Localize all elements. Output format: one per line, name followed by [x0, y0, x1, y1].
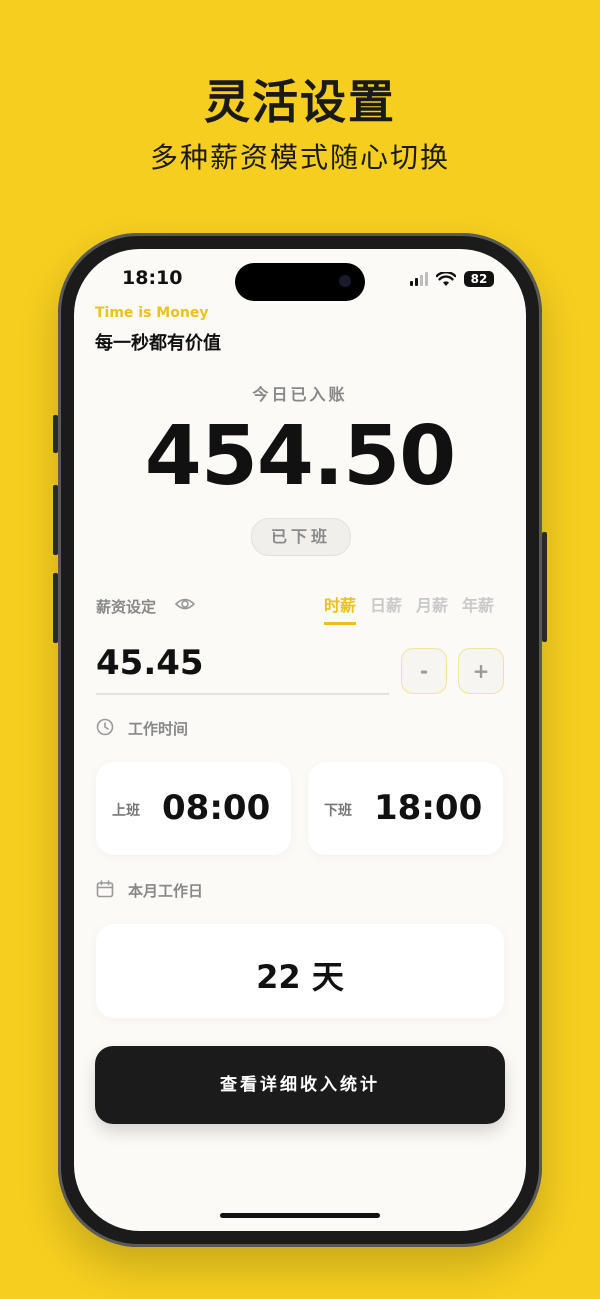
earned-label: 今日已入账 — [252, 385, 348, 404]
status-time: 18:10 — [122, 267, 183, 289]
tagline-en: Time is Money — [95, 305, 209, 321]
work-days-card[interactable]: 22 天 — [96, 924, 504, 1018]
end-time-caption: 下班 — [324, 803, 352, 819]
silent-switch — [53, 415, 58, 453]
promo-title: 灵活设置 — [204, 75, 396, 129]
dynamic-island — [235, 263, 365, 301]
work-days-label: 本月工作日 — [128, 882, 204, 900]
view-stats-button[interactable]: 查看详细收入统计 — [95, 1046, 505, 1124]
calendar-icon — [96, 880, 114, 898]
status-icons: 82 — [410, 271, 494, 287]
home-indicator — [220, 1213, 380, 1218]
camera-icon — [339, 275, 351, 287]
tab-daily[interactable]: 日薪 — [370, 592, 402, 625]
wage-input-underline — [96, 693, 389, 695]
salary-mode-tabs: 时薪 日薪 月薪 年薪 — [324, 592, 494, 625]
tab-hourly[interactable]: 时薪 — [324, 592, 357, 625]
signal-icon — [410, 272, 428, 286]
power-button — [542, 532, 547, 642]
clock-icon — [96, 718, 114, 736]
tab-yearly[interactable]: 年薪 — [462, 592, 494, 625]
wifi-icon — [436, 271, 456, 286]
work-days-value: 22 天 — [256, 958, 344, 996]
decrement-button[interactable]: - — [401, 648, 447, 694]
earned-amount: 454.50 — [144, 409, 456, 504]
promo-subtitle: 多种薪资模式随心切换 — [149, 141, 450, 174]
tagline-zh: 每一秒都有价值 — [95, 333, 221, 354]
tab-monthly[interactable]: 月薪 — [416, 592, 448, 625]
start-time-card[interactable]: 上班 08:00 — [96, 762, 291, 855]
end-time-card[interactable]: 下班 18:00 — [308, 762, 503, 855]
salary-label: 薪资设定 — [96, 598, 157, 616]
wage-input[interactable]: 45.45 — [96, 643, 204, 683]
eye-icon[interactable] — [175, 596, 195, 612]
battery-icon: 82 — [464, 271, 494, 287]
phone-screen: 18:10 82 Time is Money 每一秒都有价值 今日已入账 454… — [74, 249, 526, 1231]
work-status-badge[interactable]: 已下班 — [251, 518, 351, 556]
work-time-label: 工作时间 — [128, 720, 189, 738]
volume-up-button — [53, 485, 58, 555]
start-time-value: 08:00 — [162, 788, 271, 828]
end-time-value: 18:00 — [374, 788, 483, 828]
increment-button[interactable]: + — [458, 648, 504, 694]
volume-down-button — [53, 573, 58, 643]
start-time-caption: 上班 — [112, 803, 140, 819]
